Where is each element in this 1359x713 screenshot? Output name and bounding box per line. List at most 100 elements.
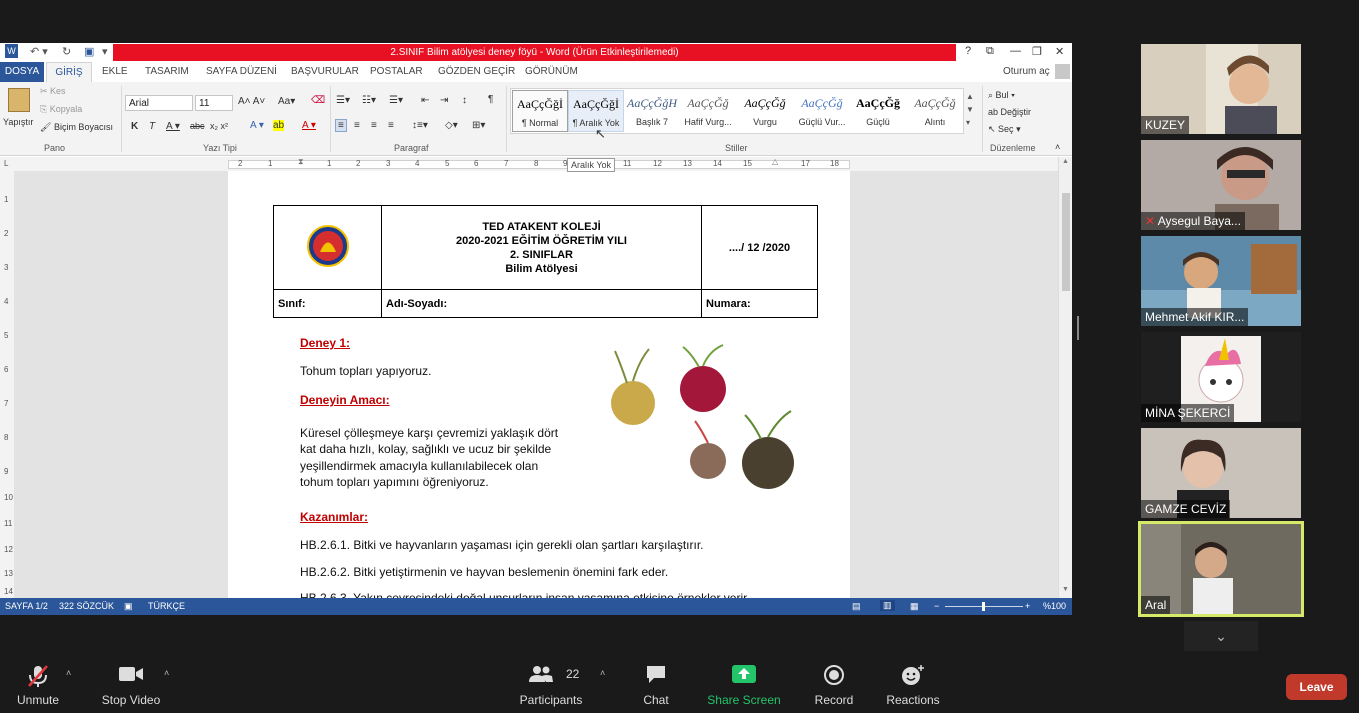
word-count[interactable]: 322 SÖZCÜK: [59, 601, 114, 611]
subscript-icon[interactable]: x₂ x²: [210, 121, 228, 131]
record-button[interactable]: Record: [806, 652, 862, 713]
grow-font-icon[interactable]: A˄ A˅: [238, 96, 265, 107]
zoom-out-icon[interactable]: −: [934, 601, 939, 611]
style-guclu[interactable]: AaÇçĞğ Güçlü: [850, 90, 906, 132]
find-button[interactable]: ⌕ Bul ▾: [988, 90, 1015, 101]
page-count[interactable]: SAYFA 1/2: [5, 601, 48, 611]
style-baslik-7[interactable]: AaÇçĞğH Başlık 7: [624, 90, 680, 132]
style-guclu-vurgu[interactable]: AaÇçĞğ Güçlü Vur...: [794, 90, 850, 132]
increase-indent-icon[interactable]: ⇥: [440, 95, 448, 106]
style-hafif-vurgu[interactable]: AaÇçĞğ Hafif Vurg...: [680, 90, 736, 132]
tab-selector-icon[interactable]: L: [4, 159, 8, 168]
tab-basvurular[interactable]: BAŞVURULAR: [291, 66, 359, 77]
participant-tile[interactable]: ✕ Aysegul Baya...: [1141, 140, 1301, 230]
tab-dosya[interactable]: DOSYA: [0, 62, 44, 82]
share-screen-button[interactable]: Share Screen: [704, 652, 784, 713]
print-layout-icon[interactable]: ▥: [880, 600, 895, 611]
proofing-icon[interactable]: ▣: [124, 601, 133, 612]
style-alinti[interactable]: AaÇçĞğ Alıntı: [907, 90, 963, 132]
sign-in-link[interactable]: Oturum aç: [1003, 66, 1050, 77]
tab-ekle[interactable]: EKLE: [102, 66, 128, 77]
right-indent-marker-icon[interactable]: △: [772, 157, 778, 166]
zoom-in-icon[interactable]: +: [1025, 601, 1030, 611]
video-options-icon[interactable]: ˄: [164, 668, 169, 678]
close-icon[interactable]: ✕: [1055, 45, 1064, 58]
tab-giris[interactable]: GİRİŞ: [46, 62, 92, 83]
align-center-icon[interactable]: ≡: [354, 120, 360, 131]
font-name-box[interactable]: Arial: [125, 95, 193, 111]
replace-button[interactable]: ab Değiştir: [988, 107, 1031, 117]
read-mode-icon[interactable]: ▤: [852, 601, 861, 612]
splitter-handle[interactable]: [1077, 316, 1079, 340]
participant-tile[interactable]: KUZEY: [1141, 44, 1301, 134]
paste-icon[interactable]: [8, 88, 30, 112]
web-layout-icon[interactable]: ▦: [910, 601, 919, 612]
tab-tasarim[interactable]: TASARIM: [145, 66, 189, 77]
bold-icon[interactable]: K: [131, 121, 138, 132]
language[interactable]: TÜRKÇE: [148, 601, 185, 611]
ribbon-display-icon[interactable]: ⧉: [986, 45, 994, 58]
clear-format-icon[interactable]: ⌫: [311, 95, 325, 106]
tab-sayfa-duzeni[interactable]: SAYFA DÜZENİ: [206, 66, 277, 77]
borders-icon[interactable]: ⊞▾: [472, 120, 485, 131]
save-icon[interactable]: ▣: [84, 45, 94, 58]
vertical-scrollbar[interactable]: ▲ ▼: [1058, 157, 1072, 598]
chat-button[interactable]: Chat: [628, 652, 684, 713]
style-normal[interactable]: AaÇçĞğİ ¶ Normal: [512, 90, 568, 132]
avatar[interactable]: [1055, 64, 1070, 79]
indent-marker-icon[interactable]: ⧗: [298, 157, 304, 167]
collapse-ribbon-icon[interactable]: ˄: [1055, 142, 1060, 152]
stop-video-button[interactable]: Stop Video: [98, 652, 164, 713]
line-spacing-icon[interactable]: ↕≡▾: [412, 120, 428, 131]
undo-icon[interactable]: ↶ ▾: [30, 45, 48, 58]
audio-options-icon[interactable]: ˄: [66, 668, 71, 678]
document-page[interactable]: TED ATAKENT KOLEJİ 2020-2021 EĞİTİM ÖĞRE…: [228, 171, 850, 605]
active-speaker-tile[interactable]: Aral: [1138, 521, 1304, 617]
minimize-icon[interactable]: —: [1010, 45, 1021, 57]
scroll-down-icon[interactable]: ▼: [1062, 586, 1069, 593]
bullets-icon[interactable]: ☰▾: [336, 95, 350, 106]
italic-icon[interactable]: T: [149, 121, 155, 132]
style-vurgu[interactable]: AaÇçĞğ Vurgu: [737, 90, 793, 132]
participants-options-icon[interactable]: ˄: [600, 668, 605, 678]
pilcrow-icon[interactable]: ¶: [488, 94, 493, 105]
format-painter-button[interactable]: 🖌 Biçim Boyacısı: [40, 122, 113, 133]
participant-tile[interactable]: GAMZE CEVİZ: [1141, 428, 1301, 518]
select-button[interactable]: ↖ Seç ▾: [988, 124, 1021, 135]
highlight-icon[interactable]: ab: [273, 120, 285, 131]
multilevel-list-icon[interactable]: ☰▾: [389, 95, 403, 106]
zoom-level[interactable]: %100: [1043, 601, 1066, 611]
paste-button[interactable]: Yapıştır: [3, 117, 33, 127]
sort-icon[interactable]: ↕: [462, 95, 467, 106]
align-left-icon[interactable]: ≡: [335, 119, 347, 132]
participant-tile[interactable]: MİNA ŞEKERCİ: [1141, 332, 1301, 422]
tab-gozden-gecir[interactable]: GÖZDEN GEÇİR: [438, 66, 515, 77]
tab-postalar[interactable]: POSTALAR: [370, 66, 423, 77]
change-case-icon[interactable]: Aa▾: [278, 96, 295, 107]
underline-icon[interactable]: A ▾: [166, 121, 180, 132]
participants-button[interactable]: 22 Participants: [516, 652, 586, 713]
scroll-up-icon[interactable]: ▲: [1062, 158, 1069, 165]
restore-icon[interactable]: ❐: [1032, 45, 1042, 58]
styles-scroll-icon[interactable]: ▲ ▼ ▾: [966, 90, 974, 129]
reactions-button[interactable]: Reactions: [882, 652, 944, 713]
font-size-box[interactable]: 11: [195, 95, 233, 111]
numbering-icon[interactable]: ☷▾: [362, 95, 376, 106]
strikethrough-icon[interactable]: abc: [190, 121, 205, 131]
copy-button[interactable]: ⎘ Kopyala: [40, 104, 82, 115]
redo-icon[interactable]: ↻: [62, 45, 71, 58]
decrease-indent-icon[interactable]: ⇤: [421, 95, 429, 106]
help-icon[interactable]: ?: [965, 45, 971, 57]
align-right-icon[interactable]: ≡: [371, 120, 377, 131]
scroll-thumb[interactable]: [1062, 193, 1070, 291]
gallery-scroll-down-button[interactable]: ⌄: [1184, 621, 1258, 651]
justify-icon[interactable]: ≡: [388, 120, 394, 131]
text-effects-icon[interactable]: A ▾: [250, 120, 264, 131]
font-color-icon[interactable]: A ▾: [302, 120, 316, 131]
participant-tile[interactable]: Mehmet Akif KIR...: [1141, 236, 1301, 326]
customize-icon[interactable]: ▾: [102, 45, 108, 58]
tab-gorunum[interactable]: GÖRÜNÜM: [525, 66, 578, 77]
cut-button[interactable]: ✂ Kes: [40, 86, 66, 97]
zoom-slider-thumb[interactable]: [982, 602, 985, 611]
shading-icon[interactable]: ◇▾: [445, 120, 458, 131]
